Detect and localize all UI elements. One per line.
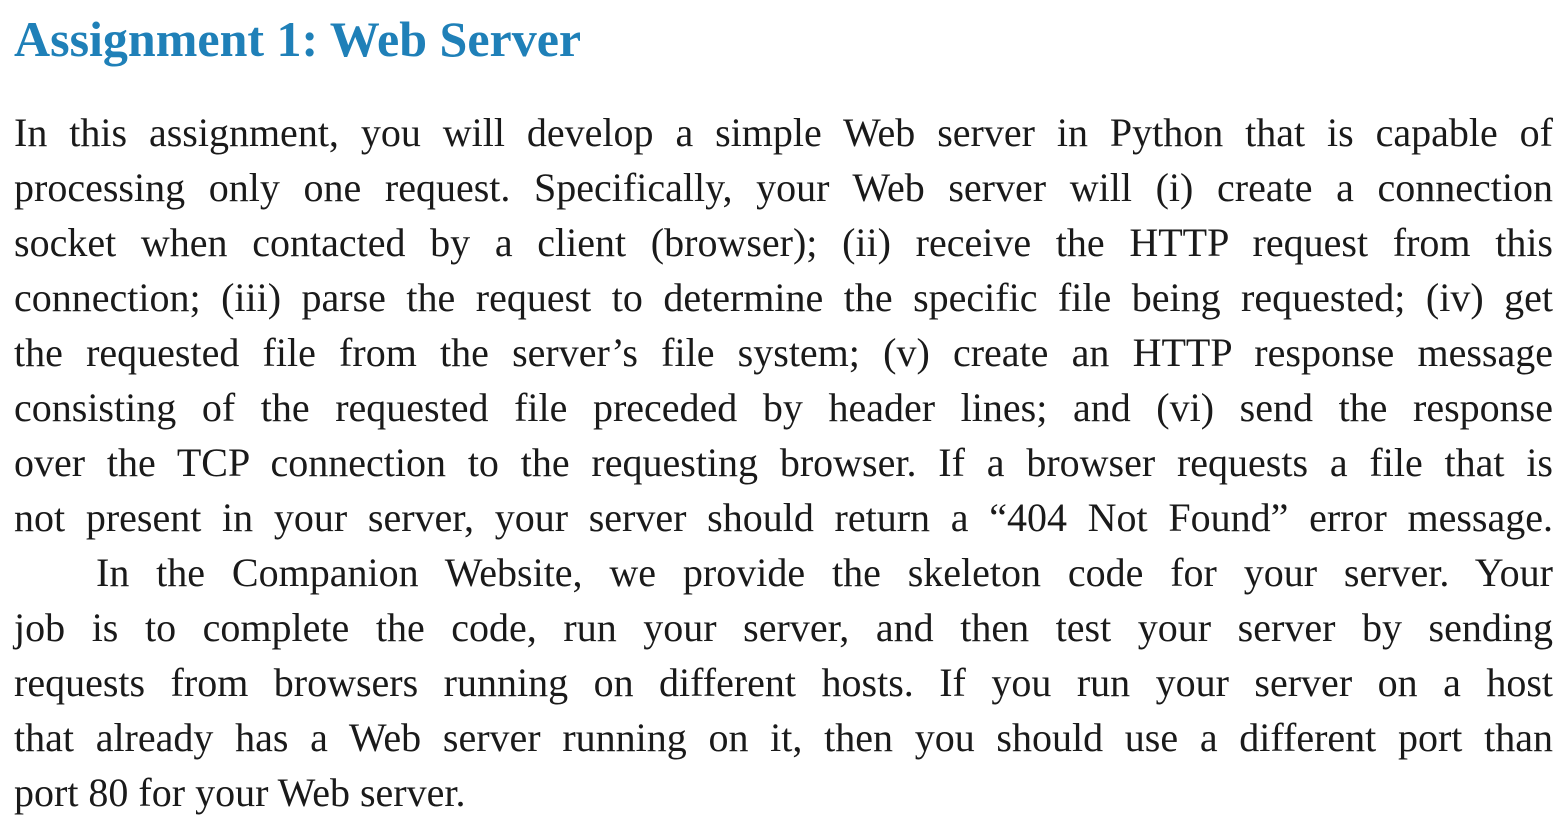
text-line: processing only one request. Specificall… — [14, 165, 1553, 210]
text-line: the requested file from the server’s fil… — [14, 330, 1553, 375]
document-page: Assignment 1: Web Server In this assignm… — [14, 0, 1553, 820]
text-line: that already has a Web server running on… — [14, 715, 1553, 760]
text-line: In the Companion Website, we provide the… — [96, 550, 1553, 595]
text-line: not present in your server, your server … — [14, 495, 1553, 540]
text-line: consisting of the requested file precede… — [14, 385, 1553, 430]
text-line: connection; (iii) parse the request to d… — [14, 275, 1553, 320]
text-line: socket when contacted by a client (brows… — [14, 220, 1553, 265]
text-line: port 80 for your Web server. — [14, 770, 466, 815]
text-line: In this assignment, you will develop a s… — [14, 110, 1553, 155]
text-line: over the TCP connection to the requestin… — [14, 440, 1553, 485]
paragraph-1: In this assignment, you will develop a s… — [14, 105, 1553, 545]
assignment-title: Assignment 1: Web Server — [14, 11, 582, 67]
text-line: job is to complete the code, run your se… — [14, 605, 1553, 650]
text-line: requests from browsers running on differ… — [14, 660, 1553, 705]
paragraph-2: In the Companion Website, we provide the… — [14, 545, 1553, 820]
